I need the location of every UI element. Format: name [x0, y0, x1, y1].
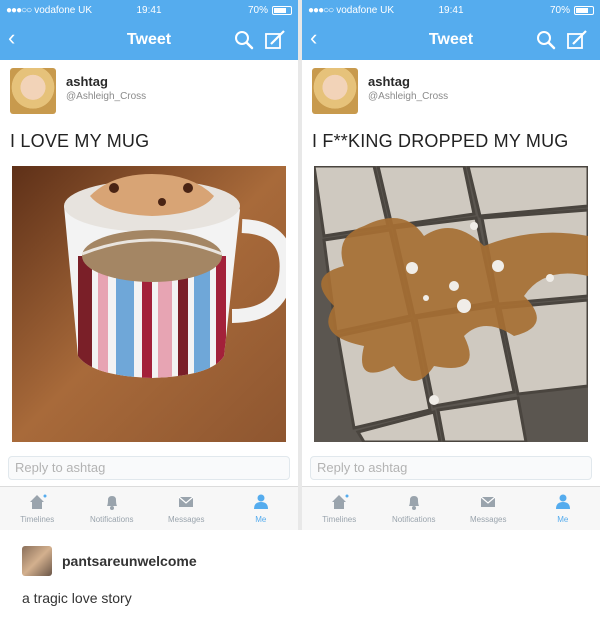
- bell-icon: [106, 496, 117, 510]
- signal-indicator: ●●●○○: [6, 4, 32, 16]
- back-chevron-icon[interactable]: ‹: [8, 27, 15, 49]
- comment-text: a tragic love story: [22, 590, 132, 606]
- battery-percent: 70%: [247, 4, 268, 16]
- person-icon: [555, 494, 570, 509]
- tweet-photo-mug[interactable]: [12, 166, 286, 442]
- tab-label: Me: [255, 515, 267, 524]
- tab-label: Me: [557, 515, 569, 524]
- tab-notifications[interactable]: Notifications: [75, 487, 150, 530]
- home-icon: [30, 494, 47, 509]
- compose-icon[interactable]: [264, 29, 286, 51]
- commenter-username[interactable]: pantsareunwelcome: [62, 553, 197, 569]
- back-chevron-icon[interactable]: ‹: [310, 27, 317, 49]
- tab-label: Messages: [470, 515, 507, 524]
- envelope-icon: [480, 496, 496, 507]
- tweet-text: I F**KING DROPPED MY MUG: [312, 131, 569, 151]
- tweet-handle: @Ashleigh_Cross: [368, 91, 449, 102]
- mug-illustration: [12, 166, 286, 442]
- tab-label: Messages: [168, 515, 205, 524]
- tab-label: Timelines: [322, 515, 357, 524]
- right-tweet-screen: ●●●○○ vodafone UK 19:41 70% ‹ Tweet asht…: [302, 0, 600, 530]
- comment-post: pantsareunwelcome a tragic love story: [0, 530, 600, 622]
- carrier-label: vodafone UK: [336, 4, 395, 16]
- compose-icon[interactable]: [566, 29, 588, 51]
- tab-notifications[interactable]: Notifications: [377, 487, 452, 530]
- nav-title: Tweet: [428, 31, 474, 48]
- tab-label: Notifications: [89, 515, 134, 524]
- tweet-text: I LOVE MY MUG: [10, 131, 150, 151]
- battery-icon: [574, 5, 594, 15]
- tab-messages[interactable]: Messages: [149, 487, 224, 530]
- tab-label: Timelines: [20, 515, 55, 524]
- tab-timelines[interactable]: Timelines: [0, 487, 75, 530]
- battery-percent: 70%: [549, 4, 570, 16]
- tab-messages[interactable]: Messages: [451, 487, 526, 530]
- search-icon[interactable]: [234, 30, 254, 50]
- tweet: ashtag @Ashleigh_Cross I LOVE MY MUG: [0, 60, 298, 152]
- left-tweet-screen: ●●●○○ vodafone UK 19:41 70% ‹ Tweet asht…: [0, 0, 298, 530]
- tab-me[interactable]: Me: [224, 487, 299, 530]
- status-bar: ●●●○○ vodafone UK 19:41 70%: [0, 0, 298, 20]
- tab-bar: Timelines Notifications Messages Me: [302, 486, 600, 530]
- tweet-photo-broken-mug[interactable]: [314, 166, 588, 442]
- spill-illustration: [314, 166, 588, 442]
- avatar[interactable]: [10, 68, 56, 114]
- envelope-icon: [178, 496, 194, 507]
- home-icon: [332, 494, 349, 509]
- reply-input[interactable]: Reply to ashtag: [8, 456, 290, 480]
- tab-timelines[interactable]: Timelines: [302, 487, 377, 530]
- nav-bar: ‹ Tweet: [302, 20, 600, 60]
- tab-bar: Timelines Notifications Messages Me: [0, 486, 298, 530]
- commenter-avatar[interactable]: [22, 546, 52, 576]
- nav-bar: ‹ Tweet: [0, 20, 298, 60]
- nav-title: Tweet: [126, 31, 172, 48]
- bell-icon: [408, 496, 419, 510]
- tweet-username[interactable]: ashtag: [66, 74, 146, 89]
- status-bar: ●●●○○ vodafone UK 19:41 70%: [302, 0, 600, 20]
- tweet-handle: @Ashleigh_Cross: [66, 91, 147, 102]
- person-icon: [253, 494, 268, 509]
- tweet: ashtag @Ashleigh_Cross I F**KING DROPPED…: [302, 60, 600, 152]
- avatar[interactable]: [312, 68, 358, 114]
- search-icon[interactable]: [536, 30, 556, 50]
- carrier-label: vodafone UK: [34, 4, 93, 16]
- battery-icon: [272, 5, 292, 15]
- tab-label: Notifications: [391, 515, 436, 524]
- tab-me[interactable]: Me: [526, 487, 600, 530]
- reply-input[interactable]: Reply to ashtag: [310, 456, 592, 480]
- tweet-username[interactable]: ashtag: [368, 74, 448, 89]
- signal-indicator: ●●●○○: [308, 4, 334, 16]
